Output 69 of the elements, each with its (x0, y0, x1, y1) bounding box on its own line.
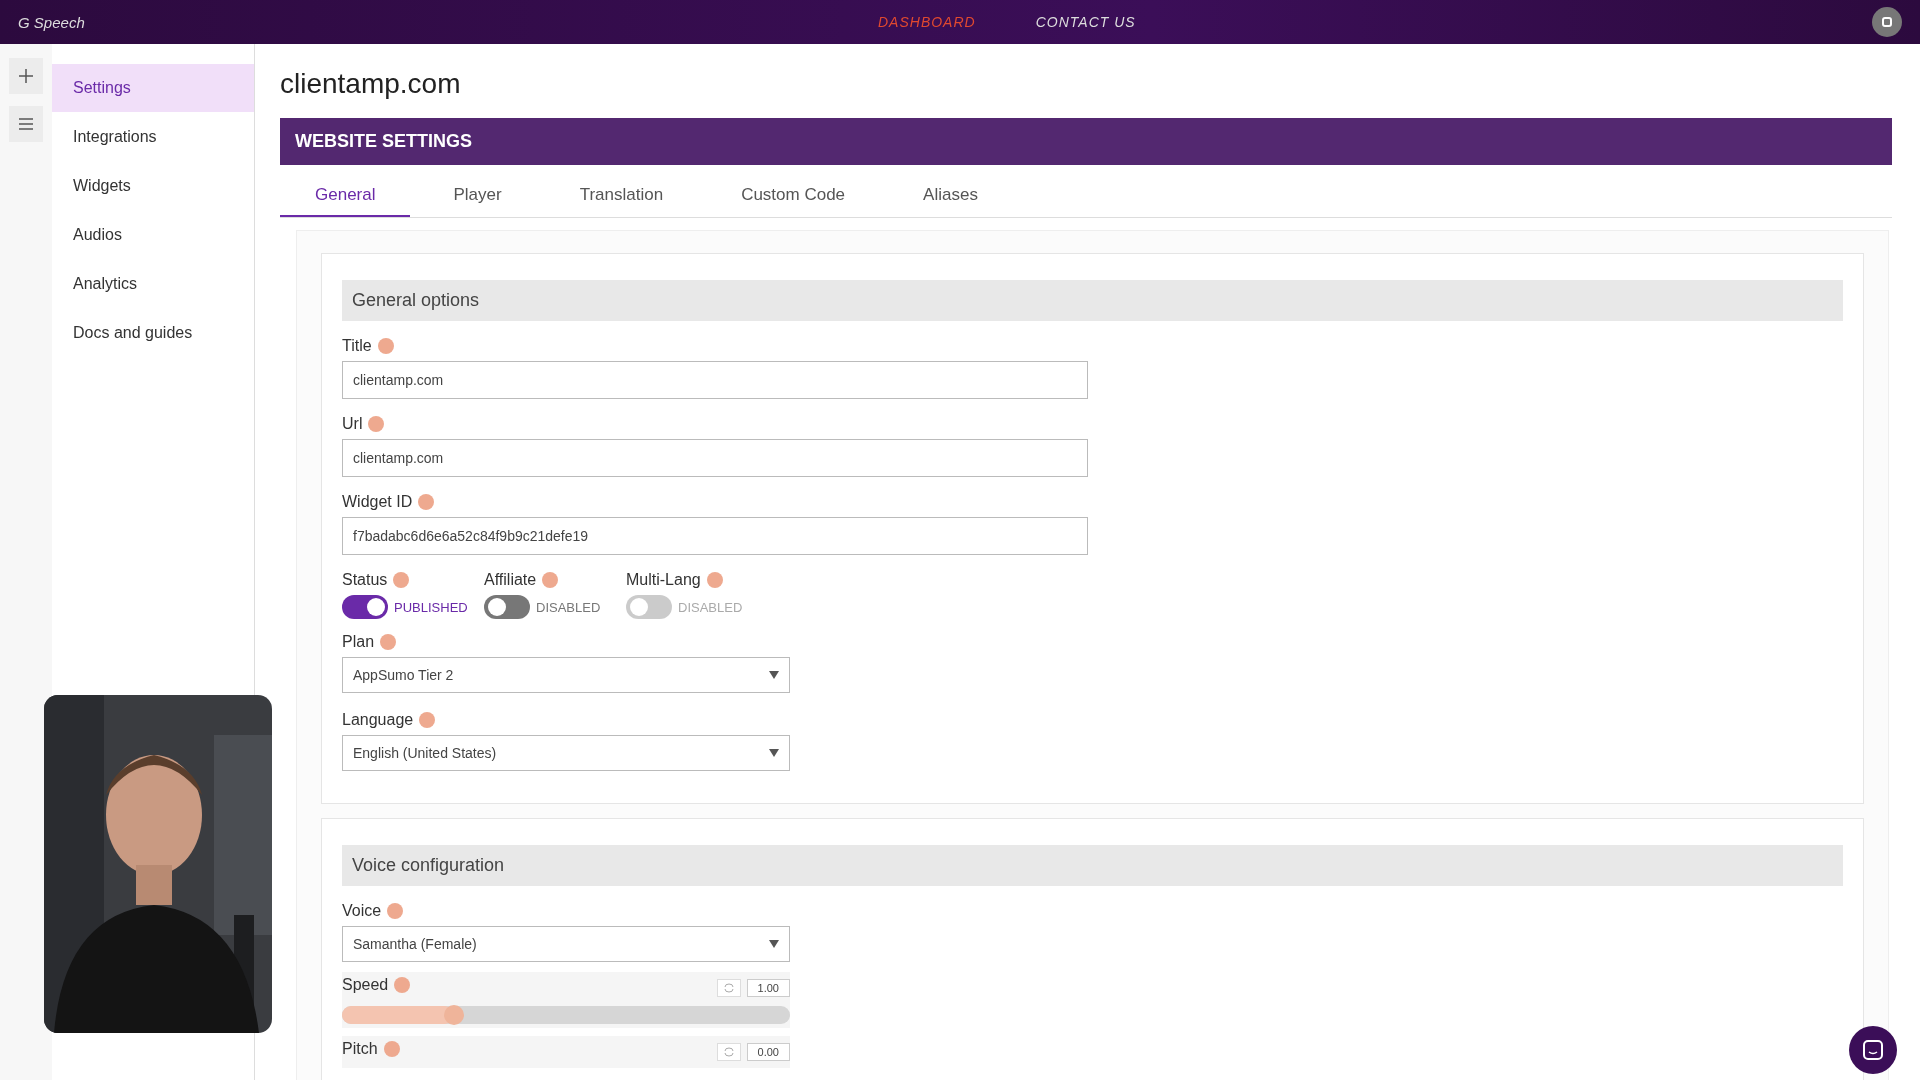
nav-link[interactable]: CONTACT US (1035, 14, 1136, 30)
tab[interactable]: Custom Code (706, 179, 881, 217)
tab[interactable]: Translation (544, 179, 699, 217)
toggle-switch[interactable] (342, 595, 388, 619)
info-icon[interactable] (393, 572, 410, 588)
info-icon[interactable] (368, 416, 385, 432)
info-icon[interactable] (706, 572, 723, 588)
logo[interactable]: G Speech (18, 13, 878, 31)
chat-icon (1862, 1039, 1884, 1061)
slider-value[interactable]: 1.00 (746, 979, 790, 997)
tab[interactable]: Player (418, 179, 537, 217)
field-label: Widget ID (342, 493, 413, 511)
sidebar-item[interactable]: Docs and guides (52, 309, 254, 357)
square-icon (1882, 17, 1892, 27)
dropdown[interactable]: English (United States) (342, 735, 790, 771)
field-label: Pitch (342, 1040, 378, 1058)
repeat-icon (722, 1047, 735, 1057)
section-header: WEBSITE SETTINGS (280, 118, 1892, 165)
field-label: Multi-Lang (626, 571, 701, 589)
input-field[interactable]: clientamp.com (342, 361, 1088, 399)
info-icon[interactable] (380, 634, 397, 650)
card-title: General options (342, 280, 1843, 321)
toggle-switch[interactable] (484, 595, 530, 619)
reset-button[interactable] (716, 1043, 741, 1061)
avatar-icon[interactable] (1872, 7, 1902, 37)
input-field[interactable]: clientamp.com (342, 439, 1088, 477)
plus-icon (18, 68, 34, 84)
caret-icon (769, 749, 779, 757)
caret-icon (769, 671, 779, 679)
field-label: Voice (342, 902, 382, 920)
toggle-state: DISABLED (678, 599, 743, 615)
slider-value[interactable]: 0.00 (746, 1043, 790, 1061)
sidebar-item[interactable]: Integrations (52, 113, 254, 161)
toggle-state: PUBLISHED (394, 599, 468, 615)
field-label: Url (342, 415, 363, 433)
info-icon[interactable] (394, 977, 411, 993)
input-field[interactable]: f7badabc6d6e6a52c84f9b9c21defe19 (342, 517, 1088, 555)
field-label: Title (342, 337, 372, 355)
sidebar-item[interactable]: Settings (52, 64, 254, 112)
sidebar-item[interactable]: Audios (52, 211, 254, 259)
field-label: Affiliate (484, 571, 537, 589)
field-label: Plan (342, 633, 375, 651)
field-label: Speed (342, 976, 389, 994)
menu-icon (18, 117, 34, 131)
field-label: Status (342, 571, 388, 589)
caret-icon (769, 940, 779, 948)
info-icon[interactable] (542, 572, 559, 588)
menu-button[interactable] (9, 106, 43, 142)
sidebar-item[interactable]: Widgets (52, 162, 254, 210)
dropdown[interactable]: Samantha (Female) (342, 926, 790, 962)
tab[interactable]: General (280, 179, 411, 217)
card-title: Voice configuration (342, 845, 1843, 886)
tab[interactable]: Aliases (888, 179, 1013, 217)
info-icon[interactable] (418, 494, 435, 510)
info-icon[interactable] (419, 712, 436, 728)
reset-button[interactable] (716, 979, 741, 997)
sidebar-item[interactable]: Analytics (52, 260, 254, 308)
add-button[interactable] (9, 58, 43, 94)
toggle-state: DISABLED (536, 599, 601, 615)
dropdown[interactable]: AppSumo Tier 2 (342, 657, 790, 693)
nav-link[interactable]: DASHBOARD (878, 14, 976, 30)
info-icon[interactable] (387, 903, 404, 919)
slider-thumb[interactable] (444, 1005, 464, 1025)
page-title: clientamp.com (280, 68, 462, 100)
slider-track[interactable] (342, 1006, 790, 1024)
info-icon[interactable] (383, 1041, 400, 1057)
field-label: Language (342, 711, 414, 729)
info-icon[interactable] (377, 338, 394, 354)
repeat-icon (722, 983, 735, 993)
